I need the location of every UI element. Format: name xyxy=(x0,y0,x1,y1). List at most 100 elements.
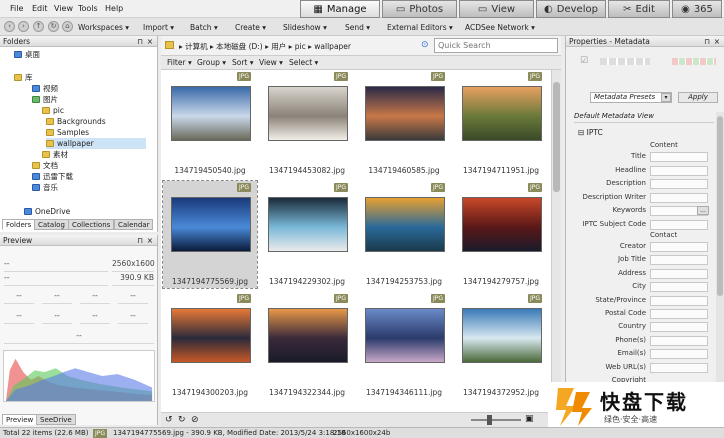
thumbnail[interactable] xyxy=(171,86,251,141)
workspaces-menu[interactable]: Workspaces ▾ xyxy=(78,23,129,32)
field-input[interactable] xyxy=(650,255,708,266)
keywords-more-button[interactable]: ... xyxy=(697,206,709,215)
view-menu[interactable]: View ▾ xyxy=(259,58,283,67)
tree-item-materials[interactable]: 素材 xyxy=(42,149,68,160)
close-icon[interactable]: × xyxy=(147,235,153,246)
tree-item-desktop[interactable]: 桌面 xyxy=(14,49,40,60)
file-item[interactable]: JPG 1347194253753.jpg xyxy=(357,181,451,288)
field-input[interactable] xyxy=(650,335,708,346)
menu-edit[interactable]: Edit xyxy=(32,4,48,13)
view-mode-icon[interactable]: ▣ xyxy=(525,414,534,424)
tab-edit[interactable]: ✂ Edit xyxy=(608,0,670,18)
rotate-right-icon[interactable]: ↻ xyxy=(178,415,186,425)
tree-item-backgrounds[interactable]: Backgrounds xyxy=(46,116,106,127)
tab-manage[interactable]: ▦ Manage xyxy=(300,0,380,18)
thumbnail[interactable] xyxy=(365,86,445,141)
tab-view[interactable]: ▭ View xyxy=(459,0,534,18)
apply-button[interactable]: Apply xyxy=(678,92,718,103)
tree-item-documents[interactable]: 文档 xyxy=(32,160,58,171)
file-item[interactable]: JPG 134719450540.jpg xyxy=(163,70,257,177)
tab-preview[interactable]: Preview xyxy=(2,414,38,425)
forward-icon[interactable]: › xyxy=(18,21,29,32)
tree-item-onedrive[interactable]: OneDrive xyxy=(24,206,70,217)
file-item[interactable]: JPG 1347194346111.jpg xyxy=(357,292,451,399)
thumbnail[interactable] xyxy=(462,197,542,252)
field-input[interactable] xyxy=(650,268,708,279)
field-input[interactable] xyxy=(650,295,708,306)
pin-icon[interactable]: ⊓ xyxy=(704,36,710,47)
menu-help[interactable]: Help xyxy=(105,4,123,13)
close-icon[interactable]: × xyxy=(147,36,153,47)
rating-boxes[interactable] xyxy=(600,58,650,65)
vertical-scrollbar[interactable] xyxy=(551,70,561,412)
field-input[interactable] xyxy=(650,322,708,333)
pin-icon[interactable]: ⊓ xyxy=(137,36,143,47)
menu-view[interactable]: View xyxy=(54,4,73,13)
tab-catalog[interactable]: Catalog xyxy=(34,219,69,230)
pin-icon[interactable]: ⊓ xyxy=(137,235,143,246)
breadcrumb[interactable]: ▸ 计算机 ▸ 本地磁盘 (D:) ▸ 用户 ▸ pic ▸ wallpaper xyxy=(179,41,351,52)
chevron-down-icon[interactable]: ▾ xyxy=(661,93,671,102)
home-icon[interactable]: ⌂ xyxy=(62,21,73,32)
scroll-thumb[interactable] xyxy=(717,116,723,296)
acdsee-network-menu[interactable]: ACDSee Network ▾ xyxy=(465,23,535,32)
field-input[interactable] xyxy=(650,152,708,162)
tree-item-library[interactable]: 库 xyxy=(14,72,33,83)
field-input[interactable] xyxy=(650,282,708,293)
tab-calendar[interactable]: Calendar xyxy=(114,219,154,230)
quick-search-input[interactable] xyxy=(434,38,558,53)
thumbnail[interactable] xyxy=(171,308,251,363)
up-icon[interactable]: ↑ xyxy=(33,21,44,32)
refresh-icon[interactable]: ↻ xyxy=(48,21,59,32)
thumbnail[interactable] xyxy=(171,197,251,252)
thumbnail[interactable] xyxy=(365,197,445,252)
send-menu[interactable]: Send ▾ xyxy=(345,23,370,32)
tab-collections[interactable]: Collections xyxy=(68,219,115,230)
scroll-thumb[interactable] xyxy=(553,82,560,192)
field-input[interactable] xyxy=(650,165,708,176)
create-menu[interactable]: Create ▾ xyxy=(235,23,266,32)
filter-menu[interactable]: Filter ▾ xyxy=(167,58,192,67)
checkbox-icon[interactable]: ☑ xyxy=(580,56,588,66)
import-menu[interactable]: Import ▾ xyxy=(143,23,174,32)
metadata-view-select[interactable]: Default Metadata View xyxy=(574,112,654,120)
external-editors-menu[interactable]: External Editors ▾ xyxy=(387,23,453,32)
group-menu[interactable]: Group ▾ xyxy=(197,58,226,67)
iptc-section[interactable]: ⊟ IPTC xyxy=(578,128,603,137)
file-item[interactable]: JPG 1347194711951.jpg xyxy=(454,70,548,177)
tab-photos[interactable]: ▭ Photos xyxy=(382,0,457,18)
file-item[interactable]: JPG 134719460585.jpg xyxy=(357,70,451,177)
batch-menu[interactable]: Batch ▾ xyxy=(190,23,218,32)
tree-item-samples[interactable]: Samples xyxy=(46,127,89,138)
tree-item-pic[interactable]: pic xyxy=(42,105,64,116)
field-input[interactable] xyxy=(650,362,708,373)
field-input[interactable] xyxy=(650,242,708,252)
menu-tools[interactable]: Tools xyxy=(78,4,98,13)
slideshow-menu[interactable]: Slideshow ▾ xyxy=(283,23,327,32)
file-item[interactable]: JPG 1347194322344.jpg xyxy=(260,292,354,399)
field-input[interactable] xyxy=(650,349,708,360)
file-item[interactable]: JPG 1347194372952.jpg xyxy=(454,292,548,399)
tree-item-pictures[interactable]: 图片 xyxy=(32,94,58,105)
color-labels[interactable] xyxy=(672,58,716,65)
tree-item-music[interactable]: 音乐 xyxy=(32,182,58,193)
properties-scrollbar[interactable] xyxy=(716,112,724,422)
metadata-presets-select[interactable]: Metadata Presets xyxy=(590,92,672,103)
close-icon[interactable]: × xyxy=(714,36,720,47)
rotate-left-icon[interactable]: ↺ xyxy=(165,415,173,425)
file-item[interactable]: JPG 1347194300203.jpg xyxy=(163,292,257,399)
thumbnail[interactable] xyxy=(365,308,445,363)
tab-folders[interactable]: Folders xyxy=(2,219,36,230)
select-menu[interactable]: Select ▾ xyxy=(289,58,318,67)
tree-item-wallpaper[interactable]: wallpaper xyxy=(46,138,146,149)
file-item[interactable]: JPG 1347194775569.jpg xyxy=(162,180,258,289)
zoom-slider[interactable] xyxy=(471,419,521,421)
file-item[interactable]: JPG 1347194229302.jpg xyxy=(260,181,354,288)
thumbnail[interactable] xyxy=(268,308,348,363)
tree-item-videos[interactable]: 视频 xyxy=(32,83,58,94)
thumbnail[interactable] xyxy=(268,86,348,141)
zoom-slider-handle[interactable] xyxy=(487,415,492,425)
file-item[interactable]: JPG 1347194279757.jpg xyxy=(454,181,548,288)
thumbnail[interactable] xyxy=(462,86,542,141)
thumbnail[interactable] xyxy=(462,308,542,363)
